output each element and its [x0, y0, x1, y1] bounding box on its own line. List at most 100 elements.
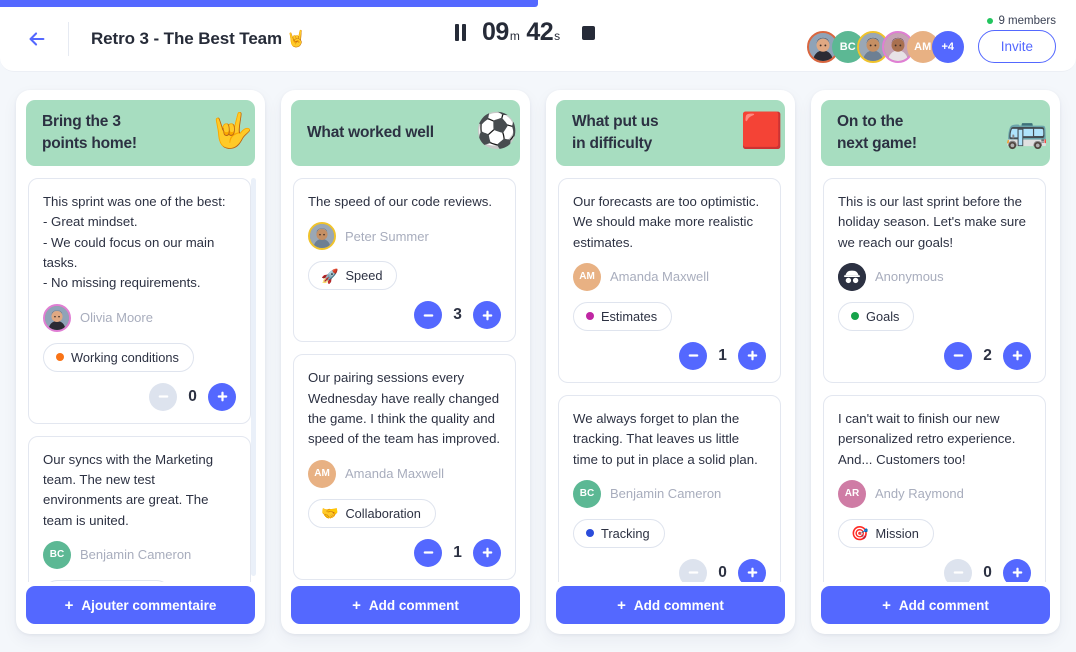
card-tag[interactable]: 🤝Collaboration: [43, 579, 171, 582]
vote-decrement-button: [149, 382, 177, 411]
vote-increment-button[interactable]: [1003, 341, 1031, 370]
tag-label: Collaboration: [345, 505, 421, 521]
avatar: BC: [573, 479, 601, 508]
add-comment-button[interactable]: + Add comment: [291, 586, 520, 624]
vote-increment-button[interactable]: [208, 382, 236, 411]
tag-label: Goals: [866, 308, 900, 324]
column-scrollbar[interactable]: [251, 178, 256, 576]
back-button[interactable]: [20, 22, 54, 56]
retro-card[interactable]: Our pairing sessions every Wednesday hav…: [293, 354, 516, 580]
card-tag[interactable]: 🎯 Mission: [838, 518, 934, 548]
retro-card[interactable]: This sprint was one of the best: - Great…: [28, 178, 251, 424]
vote-decrement-button[interactable]: [679, 341, 707, 370]
pause-icon-bar-right: [462, 24, 466, 41]
vote-decrement-button: [944, 558, 972, 582]
column-header-bring-the-3-points-home: Bring the 3 points home! 🤟: [26, 100, 255, 166]
card-text: The speed of our code reviews.: [308, 194, 492, 209]
timer-seconds-unit: s: [554, 29, 560, 43]
card-author-name: Benjamin Cameron: [80, 547, 192, 563]
vote-decrement-button[interactable]: [944, 341, 972, 370]
avatar: [43, 303, 71, 332]
avatar: AM: [573, 262, 601, 291]
pause-icon-bar-left: [455, 24, 459, 41]
card-tag[interactable]: Estimates: [573, 301, 673, 331]
tag-color-dot-icon: [56, 353, 64, 362]
pause-button[interactable]: [455, 24, 466, 41]
add-comment-label: Add comment: [633, 597, 724, 613]
card-author: AR Andy Raymond: [838, 479, 1031, 508]
vote-decrement-button[interactable]: [414, 538, 442, 567]
vote-count: 3: [453, 306, 462, 324]
column-cards-scroll[interactable]: The speed of our code reviews. Peter Summ…: [291, 166, 522, 582]
card-author-name: Benjamin Cameron: [610, 486, 722, 502]
add-comment-button[interactable]: + Add comment: [821, 586, 1050, 624]
stop-icon: [581, 25, 595, 40]
online-status-icon: [987, 18, 994, 24]
vote-controls: 0: [838, 558, 1031, 582]
retro-card[interactable]: I can't wait to finish our new personali…: [823, 394, 1046, 582]
vote-decrement-button[interactable]: [414, 301, 442, 330]
column-emoji-icon: 🤟: [210, 112, 253, 150]
tag-label: Speed: [345, 268, 383, 284]
retro-card[interactable]: This is our last sprint before the holid…: [823, 178, 1046, 383]
card-tag[interactable]: Tracking: [573, 518, 665, 548]
column-cards-scroll[interactable]: This sprint was one of the best: - Great…: [26, 166, 257, 582]
card-author: BC Benjamin Cameron: [573, 479, 766, 508]
card-author-name: Amanda Maxwell: [345, 466, 444, 482]
vote-increment-button[interactable]: [1003, 558, 1031, 582]
avatar: AM: [308, 459, 336, 488]
card-tag[interactable]: Working conditions: [43, 342, 194, 372]
avatar-overflow-count[interactable]: +4: [931, 30, 964, 63]
vote-count: 0: [188, 387, 197, 405]
tag-color-dot-icon: [586, 312, 594, 321]
card-author: Anonymous: [838, 262, 1031, 291]
members-row: BC AM +4 Invite: [806, 30, 1056, 63]
add-comment-button[interactable]: + Add comment: [556, 586, 785, 624]
board-title-text: Retro 3 - The Best Team: [91, 29, 283, 48]
vote-count: 0: [983, 563, 992, 581]
avatar: AR: [838, 479, 866, 508]
plus-icon: +: [64, 596, 74, 614]
add-comment-label: Add comment: [898, 597, 989, 613]
vote-increment-button[interactable]: [473, 301, 501, 330]
retro-card[interactable]: We always forget to plan the tracking. T…: [558, 394, 781, 582]
card-text: Our syncs with the Marketing team. The n…: [43, 451, 214, 528]
members-count-label: 9 members: [998, 15, 1056, 27]
column-on-to-the-next-game: On to the next game! 🚌 This is our last sp…: [811, 90, 1060, 634]
card-tag[interactable]: Goals: [838, 301, 915, 331]
vote-count: 1: [453, 543, 462, 561]
column-cards-scroll[interactable]: Our forecasts are too optimistic. We sho…: [556, 166, 787, 582]
column-header-on-to-the-next-game: On to the next game! 🚌: [821, 100, 1050, 166]
column-bring-the-3-points-home: Bring the 3 points home! 🤟 This sprint was…: [16, 90, 265, 634]
plus-icon: +: [882, 596, 891, 614]
invite-button[interactable]: Invite: [977, 30, 1056, 63]
timer-minutes: 09: [482, 18, 509, 46]
arrow-left-icon: [29, 32, 45, 46]
card-text: This is our last sprint before the holid…: [838, 194, 1026, 250]
retro-card[interactable]: Our syncs with the Marketing team. The n…: [28, 435, 251, 582]
add-comment-button[interactable]: + Ajouter commentaire: [26, 586, 255, 624]
stop-button[interactable]: [581, 25, 595, 40]
column-what-worked-well: What worked well ⚽ The speed of our code r…: [281, 90, 530, 634]
page-title: Retro 3 - The Best Team 🤘: [91, 29, 306, 49]
vote-controls: 0: [573, 558, 766, 582]
card-text: I can't wait to finish our new personali…: [838, 410, 1016, 467]
board-header: Retro 3 - The Best Team 🤘 09 m 42 s 9 member…: [0, 0, 1076, 72]
tag-label: Mission: [875, 525, 919, 541]
card-tag[interactable]: 🚀 Speed: [308, 261, 398, 291]
card-tag[interactable]: 🤝Collaboration: [308, 498, 436, 528]
card-author: BC Benjamin Cameron: [43, 540, 236, 569]
retro-card[interactable]: Our forecasts are too optimistic. We sho…: [558, 178, 781, 383]
vote-increment-button[interactable]: [473, 538, 501, 567]
timer-seconds: 42: [526, 18, 554, 46]
vote-controls: 2: [838, 341, 1031, 370]
vote-increment-button[interactable]: [738, 341, 766, 370]
members-count: 9 members: [987, 15, 1056, 27]
column-header-what-put-us-in-difficulty: What put us in difficulty 🟥: [556, 100, 785, 166]
retro-card[interactable]: The speed of our code reviews. Peter Summ…: [293, 178, 516, 343]
column-cards-scroll[interactable]: This is our last sprint before the holid…: [821, 166, 1052, 582]
session-progress-fill: [0, 0, 538, 7]
card-author-name: Anonymous: [875, 269, 944, 285]
vote-increment-button[interactable]: [738, 558, 766, 582]
retro-board-app: Retro 3 - The Best Team 🤘 09 m 42 s 9 member…: [0, 0, 1076, 652]
